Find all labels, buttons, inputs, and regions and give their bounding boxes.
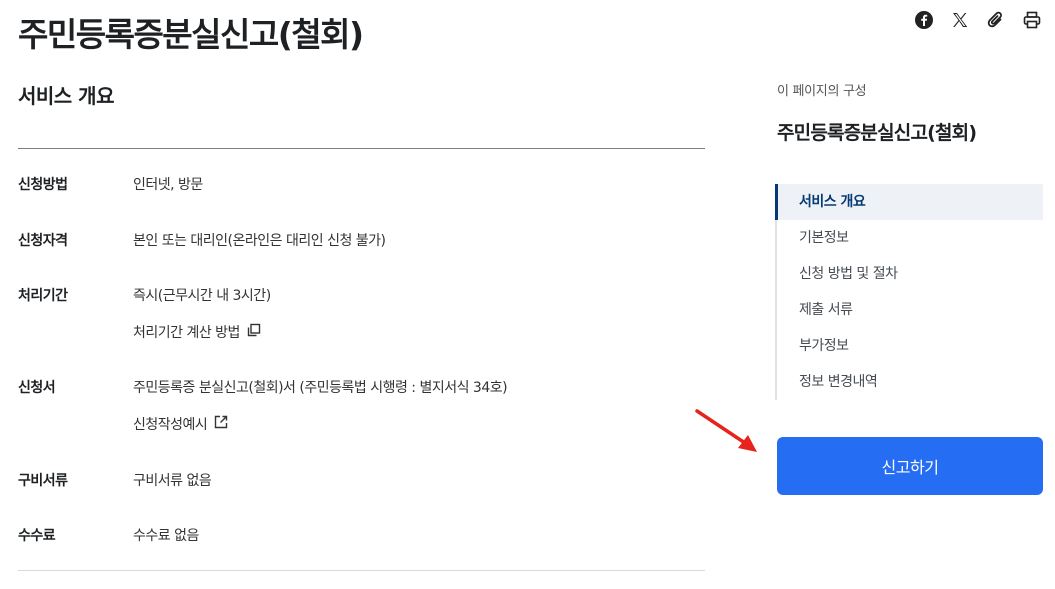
info-link-label: 처리기간 계산 방법 <box>133 325 240 341</box>
facebook-icon[interactable] <box>913 9 935 31</box>
page: 주민등록증분실신고(철회) 서비스 개요 신청방법 인터넷, 방문 신청자격 본… <box>0 0 1055 589</box>
report-button[interactable]: 신고하기 <box>777 437 1043 495</box>
section-title: 서비스 개요 <box>18 84 114 108</box>
info-label: 처리기간 <box>18 288 68 304</box>
info-value: 본인 또는 대리인(온라인은 대리인 신청 불가) <box>133 233 386 249</box>
info-label: 구비서류 <box>18 473 68 489</box>
info-label: 신청서 <box>18 380 56 396</box>
info-label: 수수료 <box>18 528 56 544</box>
info-value: 구비서류 없음 <box>133 473 212 489</box>
toc-heading: 주민등록증분실신고(철회) <box>777 122 977 144</box>
toc-item-submission-documents[interactable]: 제출 서류 <box>777 292 1043 328</box>
toc-item-application-procedure[interactable]: 신청 방법 및 절차 <box>777 256 1043 292</box>
page-contents-nav: 이 페이지의 구성 주민등록증분실신고(철회) 서비스 개요 기본정보 신청 방… <box>775 80 1043 400</box>
info-value: 인터넷, 방문 <box>133 177 203 193</box>
form-example-link[interactable]: 신청작성예시 <box>133 414 229 434</box>
share-bar <box>913 9 1043 31</box>
info-value: 즉시(근무시간 내 3시간) <box>133 288 271 304</box>
toc-item-additional-info[interactable]: 부가정보 <box>777 328 1043 364</box>
red-arrow-icon <box>695 409 757 452</box>
page-title: 주민등록증분실신고(철회) <box>18 15 364 54</box>
copy-window-icon <box>246 322 262 342</box>
link-clip-icon[interactable] <box>985 9 1007 31</box>
info-link-label: 신청작성예시 <box>133 417 208 433</box>
toc-item-service-overview[interactable]: 서비스 개요 <box>775 184 1043 220</box>
processing-time-calc-link[interactable]: 처리기간 계산 방법 <box>133 322 262 342</box>
service-overview-section: 서비스 개요 신청방법 인터넷, 방문 신청자격 본인 또는 대리인(온라인은 … <box>18 80 705 571</box>
toc-list: 서비스 개요 기본정보 신청 방법 및 절차 제출 서류 부가정보 정보 변경내… <box>775 184 1043 400</box>
info-value: 수수료 없음 <box>133 528 199 544</box>
toc-item-basic-info[interactable]: 기본정보 <box>777 220 1043 256</box>
bottom-divider <box>18 570 705 571</box>
toc-caption: 이 페이지의 구성 <box>777 84 867 99</box>
x-twitter-icon[interactable] <box>949 9 971 31</box>
external-link-icon <box>213 414 229 434</box>
info-value: 주민등록증 분실신고(철회)서 (주민등록법 시행령 : 별지서식 34호) <box>133 380 508 396</box>
info-label: 신청자격 <box>18 233 68 249</box>
info-label: 신청방법 <box>18 177 68 193</box>
print-icon[interactable] <box>1021 9 1043 31</box>
section-divider <box>18 148 705 149</box>
toc-item-change-history[interactable]: 정보 변경내역 <box>777 364 1043 400</box>
